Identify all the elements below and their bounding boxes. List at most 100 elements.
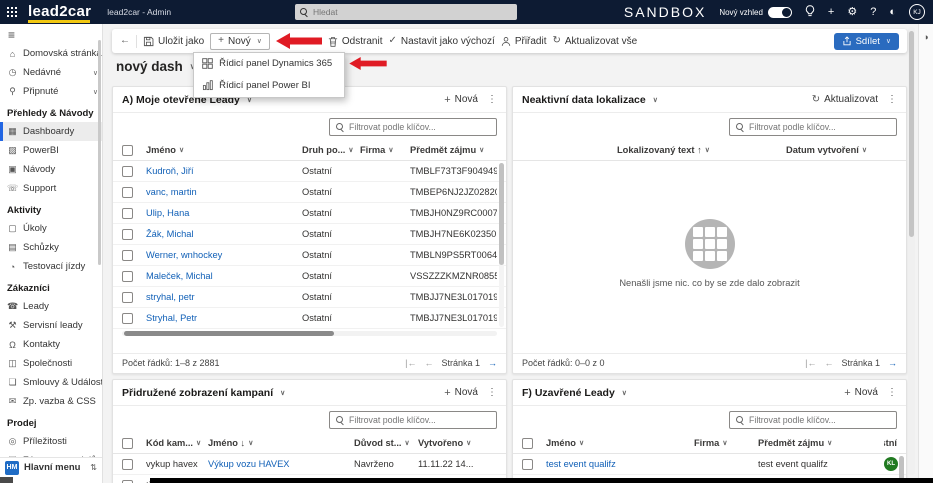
sidebar-item-home[interactable]: ⌂ Domovská stránka [0,44,102,63]
owner-avatar[interactable]: KL [884,457,898,471]
sidebar-item-meetings[interactable]: ▤ Schůzky [0,238,102,257]
new-record-button[interactable]: +Nová [844,387,878,399]
table-row[interactable]: Stryhal, Petr Ostatní TMBJJ7NE3L017019..… [113,308,506,329]
global-search-input[interactable] [313,7,512,17]
row-checkbox[interactable] [122,313,133,324]
table-row[interactable]: Maleček, Michal Ostatní VSSZZZKMZNR0855.… [113,266,506,287]
table-row[interactable]: test event qualifz test event qualifz KL [513,454,906,475]
more-options-icon[interactable]: ⋮ [483,387,497,398]
column-header-name[interactable]: Jméno∨ [546,438,694,448]
sidebar-item-guides[interactable]: ▣ Návody [0,160,102,179]
filter-input[interactable] [749,415,890,425]
updown-icon[interactable]: ⇅ [90,463,97,472]
sidebar-item-powerbi[interactable]: ▨ PowerBI [0,141,102,160]
filter-box[interactable] [329,118,497,136]
column-header-created[interactable]: Datum vytvoření∨ [786,145,867,155]
sidebar-item-dashboards[interactable]: ▦ Dashboardy [0,122,102,141]
select-all-checkbox[interactable] [522,438,533,449]
delete-button[interactable]: Odstranit [328,36,383,47]
next-page-icon[interactable]: → [488,358,497,368]
refresh-button[interactable]: ↻ Aktualizovat [812,94,878,105]
waffle-icon[interactable] [0,0,24,24]
row-checkbox[interactable] [122,480,133,483]
column-header-localized-text[interactable]: Lokalizovaný text ↑∨ [617,145,710,155]
lead-name-link[interactable]: test event qualifz [546,459,694,469]
lead-name-link[interactable]: Stryhal, Petr [146,313,302,323]
column-header-created[interactable]: Vytvořeno∨ [418,438,497,448]
table-row[interactable]: Kudroň, Jiří Ostatní TMBLF73T3F904949... [113,161,506,182]
side-pane-toggle-icon[interactable]: ◑ [919,32,933,42]
user-avatar[interactable]: KJ [909,4,925,20]
help-icon[interactable]: ? [870,7,876,18]
new-look-toggle[interactable] [768,7,792,18]
prev-page-icon[interactable]: ← [824,358,833,368]
select-all-checkbox[interactable] [122,438,133,449]
row-checkbox[interactable] [122,229,133,240]
quick-create-icon[interactable]: + [828,7,834,18]
hamburger-menu-icon[interactable]: ≡ [0,24,102,44]
prev-page-icon[interactable]: ← [424,358,433,368]
lightbulb-icon[interactable] [805,5,815,20]
new-record-button[interactable]: +Nová [444,387,478,399]
sidebar-item-feedback-css[interactable]: ✉ Zp. vazba & CSS [0,392,102,411]
column-header-firm[interactable]: Firma∨ [694,438,758,448]
back-button[interactable]: ← [120,36,130,46]
row-checkbox[interactable] [122,187,133,198]
row-checkbox[interactable] [122,459,133,470]
chevron-down-icon[interactable]: ∨ [653,96,658,104]
row-checkbox[interactable] [122,250,133,261]
dashboard-title[interactable]: nový dash ∨ [116,59,196,74]
lead-name-link[interactable]: Werner, wnhockey [146,250,302,260]
column-header-name[interactable]: Jméno ↓∨ [208,438,354,448]
more-options-icon[interactable]: ⋮ [883,387,897,398]
new-button[interactable]: + Nový ∨ Řídicí panel Dynamics 365 Řídic… [210,33,270,50]
sidebar-item-pinned[interactable]: ⚲ Připnuté ∨ [0,82,102,101]
select-all-checkbox[interactable] [122,145,133,156]
global-search-box[interactable] [295,4,517,20]
new-record-button[interactable]: +Nová [444,94,478,106]
table-row[interactable]: Ulip, Hana Ostatní TMBJH0NZ9RC0007... [113,203,506,224]
row-checkbox[interactable] [522,459,533,470]
sidebar-scrollbar[interactable] [98,40,101,265]
lead-name-link[interactable]: Ulip, Hana [146,208,302,218]
refresh-all-button[interactable]: ↻ Aktualizovat vše [553,36,638,47]
horizontal-scrollbar[interactable] [122,331,497,336]
main-menu-switcher[interactable]: HM Hlavní menu ⇅ [0,457,102,477]
lead-name-link[interactable]: Maleček, Michal [146,271,302,281]
column-header-subject[interactable]: Předmět zájmu∨ [410,145,497,155]
table-row[interactable]: Werner, wnhockey Ostatní TMBLN9PS5RT0064… [113,245,506,266]
sidebar-item-contacts[interactable]: Ω Kontakty [0,335,102,354]
vertical-scrollbar[interactable] [499,163,504,327]
filter-box[interactable] [329,411,497,429]
lead-name-link[interactable]: Žák, Michal [146,229,302,239]
row-checkbox[interactable] [122,208,133,219]
menu-item-powerbi-dashboard[interactable]: Řídicí panel Power BI [194,75,344,97]
chevron-down-icon[interactable]: ∨ [622,389,627,397]
next-page-icon[interactable]: → [888,358,897,368]
set-default-button[interactable]: ✓ Nastavit jako výchozí [388,36,494,47]
row-checkbox[interactable] [122,292,133,303]
column-header-subject[interactable]: Předmět zájmu∨ [758,438,884,448]
table-row[interactable]: vanc, martin Ostatní TMBEP6NJ2JZ02820... [113,182,506,203]
table-row[interactable]: vykup havex Výkup vozu HAVEX Navrženo 11… [113,454,506,475]
more-options-icon[interactable]: ⋮ [483,94,497,105]
filter-box[interactable] [729,411,897,429]
sidebar-item-leads[interactable]: ☎ Leady [0,297,102,316]
first-page-icon[interactable]: |← [405,358,416,368]
environment-icon[interactable]: ◐ [889,7,896,18]
table-row[interactable]: Žák, Michal Ostatní TMBJH7NE6K02350... [113,224,506,245]
column-header-firm[interactable]: Firma∨ [360,145,410,155]
sidebar-item-service-leads[interactable]: ⚒ Servisní leady [0,316,102,335]
campaign-name-link[interactable]: Výkup vozu HAVEX [208,459,354,469]
column-header-type[interactable]: Druh po...∨ [302,145,360,155]
filter-input[interactable] [349,122,490,132]
sidebar-item-recent[interactable]: ◷ Nedávné ∨ [0,63,102,82]
sidebar-item-contracts-events[interactable]: ❏ Smlouvy & Události [0,373,102,392]
more-options-icon[interactable]: ⋮ [883,94,897,105]
table-row[interactable]: stryhal, petr Ostatní TMBJJ7NE3L017019..… [113,287,506,308]
sidebar-item-tasks[interactable]: ▢ Úkoly [0,219,102,238]
app-logo[interactable]: lead2car [24,2,99,23]
sidebar-item-companies[interactable]: ◫ Společnosti [0,354,102,373]
lead-name-link[interactable]: stryhal, petr [146,292,302,302]
gear-icon[interactable]: ⚙ [847,7,857,18]
